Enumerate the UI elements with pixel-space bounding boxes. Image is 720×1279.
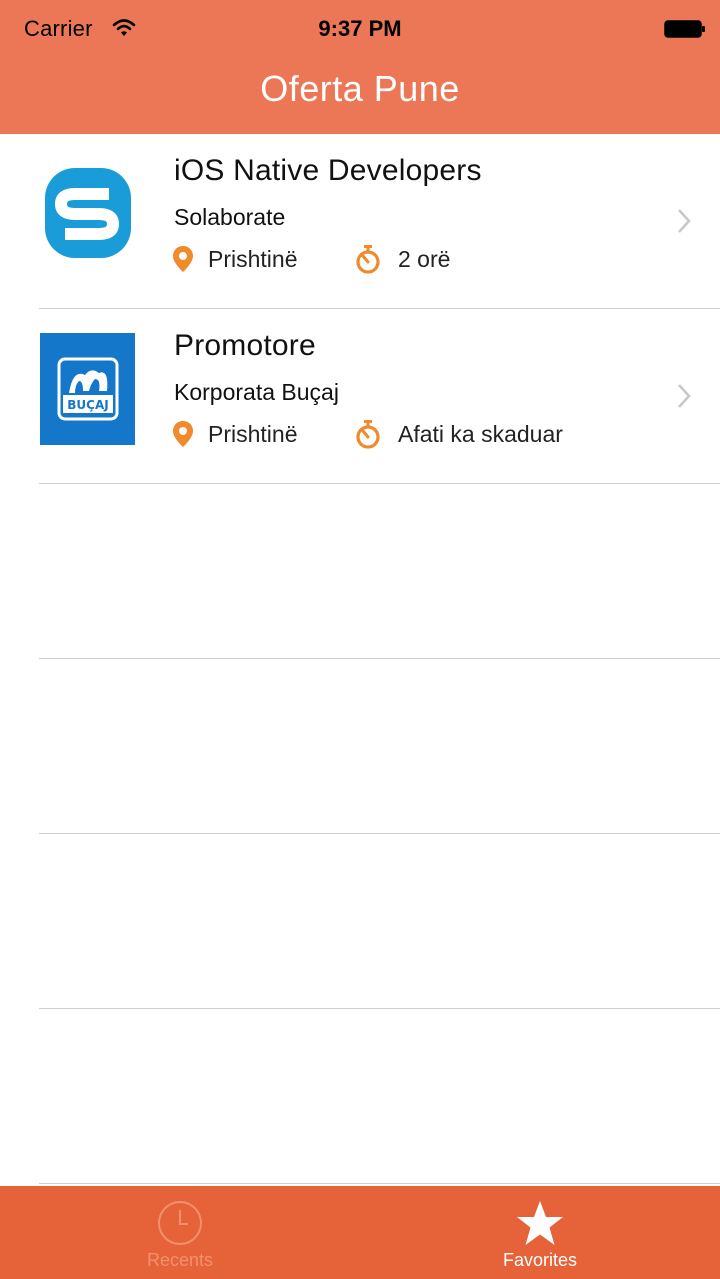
tab-recents-label: Recents [146, 1250, 214, 1270]
page-title: Oferta Pune [260, 68, 460, 109]
chevron-right-icon [678, 209, 691, 233]
empty-row [0, 484, 720, 659]
header: Carrier 9:37 PM Oferta Pune [0, 0, 720, 134]
location-text: Prishtinë [208, 245, 298, 272]
empty-row [0, 659, 720, 834]
chevron-right-icon [678, 384, 691, 408]
tab-favorites[interactable]: Favorites [360, 1186, 720, 1279]
location-pin-icon [173, 246, 193, 272]
stopwatch-icon [356, 420, 380, 449]
deadline-text: 2 orë [398, 245, 451, 272]
row-separator [39, 1183, 720, 1184]
job-meta: Prishtinë 2 orë [172, 244, 450, 274]
job-location: Prishtinë [172, 245, 354, 273]
company-name: Korporata Buçaj [174, 379, 339, 405]
location-text: Prishtinë [208, 420, 298, 447]
status-bar: Carrier 9:37 PM [0, 0, 720, 60]
bucaj-logo-text: BUÇAJ [67, 398, 108, 412]
job-row[interactable]: BUÇAJ Promotore Korporata Buçaj Prishtin… [0, 309, 720, 484]
job-list: iOS Native Developers Solaborate Prishti… [0, 134, 720, 1184]
deadline-text: Afati ka skaduar [398, 420, 563, 447]
job-deadline: Afati ka skaduar [354, 419, 563, 449]
empty-row [0, 1009, 720, 1184]
app-screen: Carrier 9:37 PM Oferta Pune iOS Native D… [0, 0, 720, 1279]
job-row[interactable]: iOS Native Developers Solaborate Prishti… [0, 134, 720, 309]
tab-recents[interactable]: Recents [0, 1186, 360, 1279]
location-pin-icon [173, 421, 193, 447]
job-meta: Prishtinë Afati ka skaduar [172, 419, 563, 449]
tab-bar: Recents Favorites [0, 1186, 720, 1279]
job-title: Promotore [174, 329, 316, 362]
empty-row [0, 834, 720, 1009]
bucaj-logo: BUÇAJ [40, 333, 135, 445]
tab-favorites-label: Favorites [502, 1250, 578, 1270]
status-time: 9:37 PM [318, 16, 402, 41]
company-name: Solaborate [174, 204, 286, 230]
clock-icon [158, 1201, 202, 1245]
battery-icon [664, 20, 705, 38]
job-title: iOS Native Developers [174, 154, 482, 187]
job-deadline: 2 orë [354, 244, 450, 274]
stopwatch-icon [356, 245, 380, 274]
star-icon [517, 1201, 563, 1245]
job-location: Prishtinë [172, 420, 354, 448]
solaborate-logo [45, 168, 131, 258]
